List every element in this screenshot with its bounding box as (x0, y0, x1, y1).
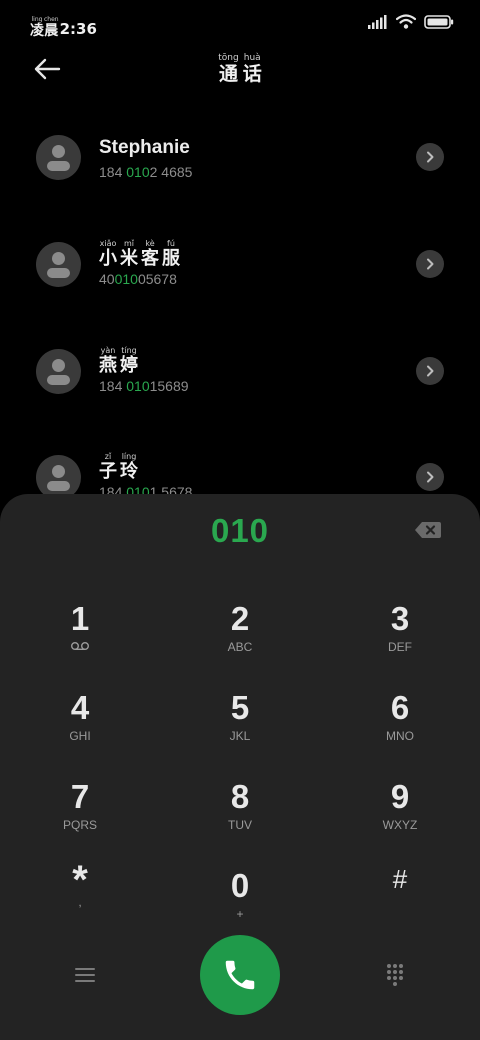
key-digit: 3 (390, 600, 410, 637)
chevron-right-icon (427, 365, 434, 377)
status-icons (368, 14, 454, 29)
contact-name: zǐ 子 líng 玲 (99, 452, 138, 482)
key-digit: 4 (70, 689, 90, 726)
contact-detail-button[interactable] (416, 143, 444, 171)
title-char: tōng 通 (218, 54, 238, 84)
backspace-icon (415, 522, 441, 538)
title-char: huà 话 (243, 54, 262, 84)
key-digit: * (72, 858, 88, 902)
clock: 2:36 (59, 20, 97, 38)
key-8[interactable]: 8 TUV (185, 780, 295, 850)
key-6[interactable]: 6 MNO (345, 691, 455, 761)
pinyin: huà (243, 53, 261, 63)
contact-item[interactable]: zǐ 子 líng 玲 184 0101 5678 (0, 420, 480, 500)
contact-item[interactable]: xiǎo 小 mǐ 米 kè 客 fú 服 4001005678 (0, 207, 480, 307)
chevron-right-icon (427, 258, 434, 270)
key-letters: DEF (388, 640, 412, 654)
key-star[interactable]: * , (25, 860, 135, 930)
key-letters: WXYZ (382, 818, 418, 832)
key-digit: 0 (230, 867, 250, 904)
key-digit: 8 (230, 778, 250, 815)
contact-name: Stephanie (99, 137, 190, 158)
battery-icon (424, 14, 454, 29)
key-7[interactable]: 7 PQRS (25, 780, 135, 850)
time-prefix-char: chen 晨 (44, 17, 59, 39)
key-hash[interactable]: # (345, 866, 455, 936)
chevron-right-icon (427, 151, 434, 163)
hanzi: 凌 (30, 23, 44, 39)
hanzi: 通 (218, 63, 238, 85)
contact-number: 184 01015689 (99, 378, 189, 394)
dialpad-icon (387, 964, 403, 986)
contact-name: xiǎo 小 mǐ 米 kè 客 fú 服 (99, 239, 180, 269)
key-digit: 2 (230, 600, 250, 637)
contact-item[interactable]: Stephanie 184 0102 4685 (0, 100, 480, 200)
chevron-right-icon (427, 471, 434, 483)
key-5[interactable]: 5 JKL (185, 691, 295, 761)
time-prefix-char: ling 凌 (30, 17, 44, 39)
key-letters: , (78, 895, 82, 909)
menu-button[interactable] (70, 960, 100, 990)
wifi-icon (396, 14, 416, 29)
key-digit: 9 (390, 778, 410, 815)
key-digit: 5 (230, 689, 250, 726)
hanzi: 晨 (44, 23, 59, 39)
avatar (36, 135, 81, 180)
contact-item[interactable]: yàn 燕 tíng 婷 184 01015689 (0, 314, 480, 414)
contact-number: 4001005678 (99, 271, 177, 287)
dialpad-toggle-button[interactable] (380, 960, 410, 990)
key-letters: GHI (69, 729, 91, 743)
pinyin: tōng (218, 53, 239, 63)
key-letters: PQRS (62, 818, 97, 832)
avatar (36, 242, 81, 287)
backspace-button[interactable] (414, 520, 442, 540)
key-4[interactable]: 4 GHI (25, 691, 135, 761)
contact-name: yàn 燕 tíng 婷 (99, 346, 138, 376)
key-9[interactable]: 9 WXYZ (345, 780, 455, 850)
key-digit: 6 (390, 689, 410, 726)
page-title: tōng 通 huà 话 (0, 54, 480, 84)
key-letters: ABC (227, 640, 253, 654)
key-letters: + (236, 907, 244, 921)
contact-detail-button[interactable] (416, 250, 444, 278)
key-digit: 1 (70, 600, 90, 637)
signal-icon (368, 14, 387, 29)
contact-detail-button[interactable] (416, 463, 444, 491)
hanzi: 话 (242, 63, 262, 85)
contact-number: 184 0102 4685 (99, 164, 193, 180)
call-button[interactable] (200, 935, 280, 1015)
key-letters: TUV (228, 818, 252, 832)
key-digit: # (392, 864, 408, 894)
avatar (36, 349, 81, 394)
contact-suggestion-list: Stephanie 184 0102 4685 xiǎo 小 mǐ 米 kè 客 fú… (0, 100, 480, 500)
key-1[interactable]: 1 (25, 602, 135, 672)
status-time: ling 凌 chen 晨 2:36 (30, 8, 97, 39)
key-0[interactable]: 0 + (185, 869, 295, 939)
key-letters: JKL (229, 729, 251, 743)
contact-detail-button[interactable] (416, 357, 444, 385)
dialed-number-display: 010 (210, 512, 270, 549)
key-digit: 7 (70, 778, 90, 815)
voicemail-icon (71, 642, 89, 650)
status-bar: ling 凌 chen 晨 2:36 (0, 0, 480, 44)
key-3[interactable]: 3 DEF (345, 602, 455, 672)
key-letters: MNO (386, 729, 414, 743)
phone-icon (225, 960, 255, 990)
key-2[interactable]: 2 ABC (185, 602, 295, 672)
menu-icon (75, 968, 95, 982)
